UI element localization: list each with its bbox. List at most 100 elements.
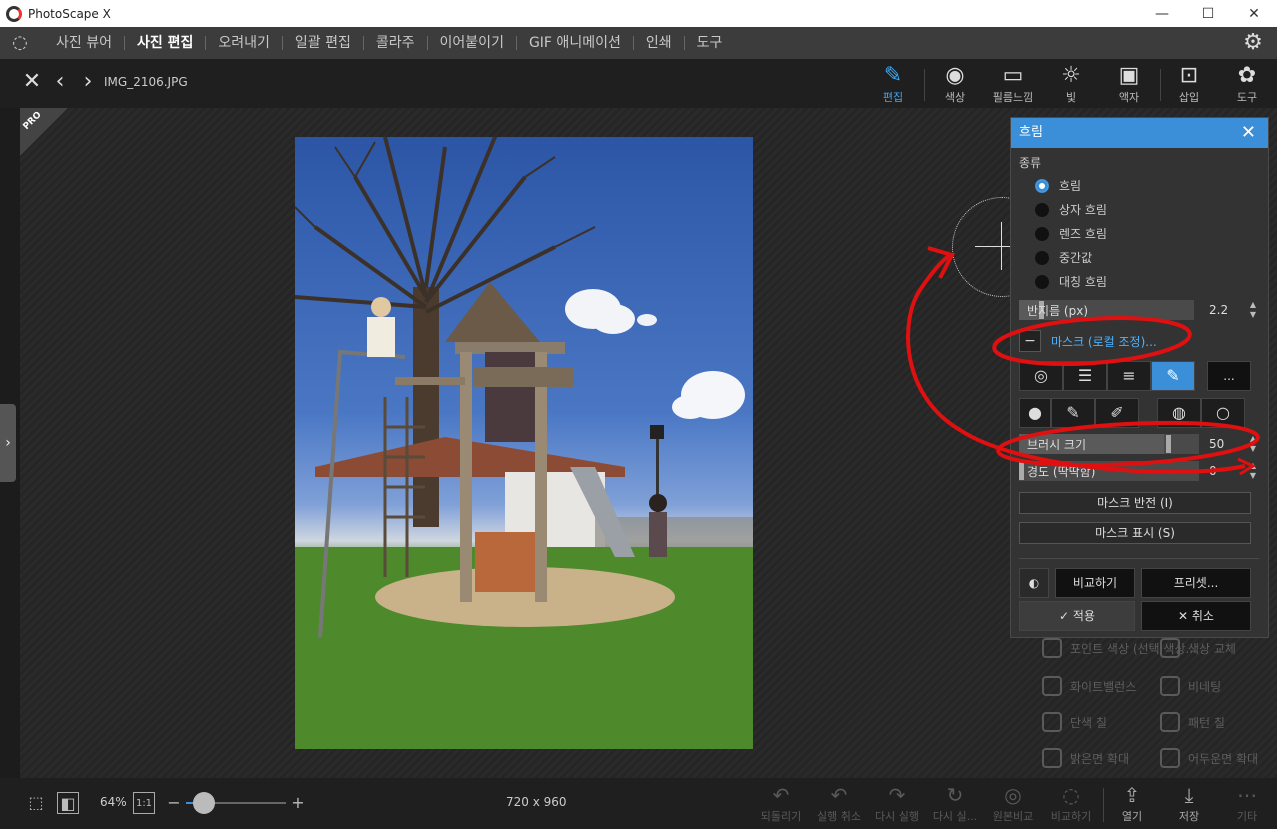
tree-trunk [413,287,439,527]
apply-label: 적용 [1072,609,1095,623]
split-compare-icon[interactable]: ◐ [1019,568,1049,598]
radio-symmetric-blur[interactable]: 대칭 흐림 [1035,273,1107,290]
radial-mask-icon[interactable]: ◎ [1019,361,1063,391]
close-icon[interactable]: ✕ [20,69,44,95]
editor-toolbar: ✕ ‹ › IMG_2106.JPG ✎ 편집 ◉ 색상 ▭ 필름느낌 ☼ 빛 … [0,59,1277,108]
radio-blur[interactable]: 흐림 [1035,177,1081,194]
tool-frame[interactable]: ▣ 액자 [1102,63,1156,107]
actual-size-button[interactable]: 1:1 [133,792,155,814]
fill-mask-icon[interactable]: ◍ [1157,398,1201,428]
hardness-spinner-icon[interactable]: ▲ ▼ [1247,461,1259,481]
redo-label: 다시 실행 [875,810,919,823]
undo-button[interactable]: ↶ 실행 취소 [811,782,867,824]
close-window-button[interactable]: ✕ [1231,0,1277,27]
radius-value[interactable]: 2.2 [1203,300,1243,320]
radio-icon[interactable] [1035,274,1049,289]
invert-mask-button[interactable]: 마스크 반전 (I) [1019,492,1251,514]
mask-more-button[interactable]: ... [1207,361,1251,391]
edited-photo[interactable] [295,137,753,749]
menu-print[interactable]: 인쇄 [634,27,684,59]
close-icon[interactable]: ✕ [1241,118,1256,148]
collapse-mask-button[interactable]: − [1019,330,1041,352]
radio-median-label: 중간값 [1059,251,1093,265]
menu-photo-viewer[interactable]: 사진 뷰어 [44,27,124,59]
chevron-right-icon[interactable]: › [76,69,100,95]
apply-button[interactable]: ✓ 적용 [1019,601,1135,631]
hardness-value[interactable]: 0 [1203,461,1243,481]
brush-size-value[interactable]: 50 [1203,434,1243,454]
repeat-button[interactable]: ↻ 다시 실... [927,782,983,824]
compare-bottom-button[interactable]: ◌ 비교하기 [1043,782,1099,824]
redo-button[interactable]: ↷ 다시 실행 [869,782,925,824]
gear-icon[interactable]: ⚙ [1241,31,1265,55]
mask-local-adjust-link[interactable]: 마스크 (로컬 조정)... [1051,333,1157,350]
brush-size-knob[interactable] [1166,435,1171,453]
save-button[interactable]: ⤓ 저장 [1161,782,1217,824]
maximize-button[interactable]: ☐ [1185,0,1231,27]
tool-edit[interactable]: ✎ 편집 [866,63,920,107]
open-button[interactable]: ⇪ 열기 [1104,782,1160,824]
menu-collage[interactable]: 콜라주 [364,27,427,59]
menu-cut-out[interactable]: 오려내기 [206,27,282,59]
zoom-level[interactable]: 64% [100,795,127,809]
image-dimensions: 720 x 960 [506,795,567,809]
gradient-mask-icon[interactable]: ☰ [1063,361,1107,391]
show-mask-button[interactable]: 마스크 표시 (S) [1019,522,1251,544]
brush-erase-icon[interactable]: ✐ [1095,398,1139,428]
brush-size-slider[interactable]: 브러시 크기 50 ▲ ▼ [1019,434,1259,454]
fit-screen-icon[interactable]: ⬚ [25,792,47,814]
more-button[interactable]: ⋯ 기타 [1219,782,1275,824]
preset-button[interactable]: 프리셋... [1141,568,1251,598]
toolbar-separator [924,69,925,101]
zoom-slider-knob[interactable] [193,792,215,814]
tool-tools[interactable]: ✿ 도구 [1220,63,1274,107]
revert-button[interactable]: ↶ 되돌리기 [753,782,809,824]
tool-edit-label: 편집 [882,91,904,104]
menu-tools[interactable]: 도구 [685,27,735,59]
radio-icon[interactable] [1035,202,1049,217]
tree-branches [295,137,556,314]
radio-box-blur[interactable]: 상자 흐림 [1035,201,1107,218]
crosshair-vertical [1001,222,1002,270]
clear-mask-icon[interactable]: ○ [1201,398,1245,428]
home-icon[interactable]: ◌ [8,31,32,55]
tower-panel [475,532,535,592]
radio-selected-icon[interactable] [1035,178,1049,193]
expand-panel-chevron-right-icon[interactable]: › [0,404,16,482]
blur-panel-title: 흐림 [1019,125,1043,140]
frame-icon: ▣ [1118,63,1140,88]
brush-add-icon[interactable]: ✎ [1051,398,1095,428]
radius-spinner-icon[interactable]: ▲ ▼ [1247,300,1259,320]
menu-gif[interactable]: GIF 애니메이션 [517,27,633,59]
brush-size-spinner-icon[interactable]: ▲ ▼ [1247,434,1259,454]
chevron-left-icon[interactable]: ‹ [48,69,72,95]
tool-light[interactable]: ☼ 빛 [1044,63,1098,107]
original-compare-button[interactable]: ◎ 원본비교 [985,782,1041,824]
mask-fill-group: ◍ ○ [1157,398,1245,428]
menu-combine[interactable]: 이어붙이기 [428,27,516,59]
radius-slider[interactable]: 반지름 (px) 2.2 ▲ ▼ [1019,300,1259,320]
radio-icon[interactable] [1035,226,1049,241]
minimize-button[interactable]: — [1139,0,1185,27]
light-icon: ☼ [1061,63,1081,88]
tool-film[interactable]: ▭ 필름느낌 [986,63,1040,107]
compare-view-icon[interactable]: ◧ [57,792,79,814]
compare-button[interactable]: 비교하기 [1055,568,1135,598]
brush-mask-icon[interactable]: ✎ [1151,361,1195,391]
menu-batch[interactable]: 일괄 편집 [283,27,363,59]
radio-lens-blur[interactable]: 렌즈 흐림 [1035,225,1107,242]
cancel-button[interactable]: ✕ 취소 [1141,601,1251,631]
hardness-knob[interactable] [1019,462,1024,480]
radio-icon[interactable] [1035,250,1049,265]
linear-mask-icon[interactable]: ≡ [1107,361,1151,391]
menu-photo-editor[interactable]: 사진 편집 [125,27,205,59]
compare-bottom-label: 비교하기 [1050,810,1092,823]
hardness-slider[interactable]: 경도 (딱딱함) 0 ▲ ▼ [1019,461,1259,481]
zoom-out-icon[interactable]: − [163,792,185,814]
tool-insert[interactable]: ⊡ 삽입 [1162,63,1216,107]
tool-color[interactable]: ◉ 색상 [928,63,982,107]
brush-dot-icon[interactable]: ● [1019,398,1051,428]
radio-median[interactable]: 중간값 [1035,249,1092,266]
zoom-in-icon[interactable]: + [287,792,309,814]
redo-icon: ↷ [888,783,906,807]
